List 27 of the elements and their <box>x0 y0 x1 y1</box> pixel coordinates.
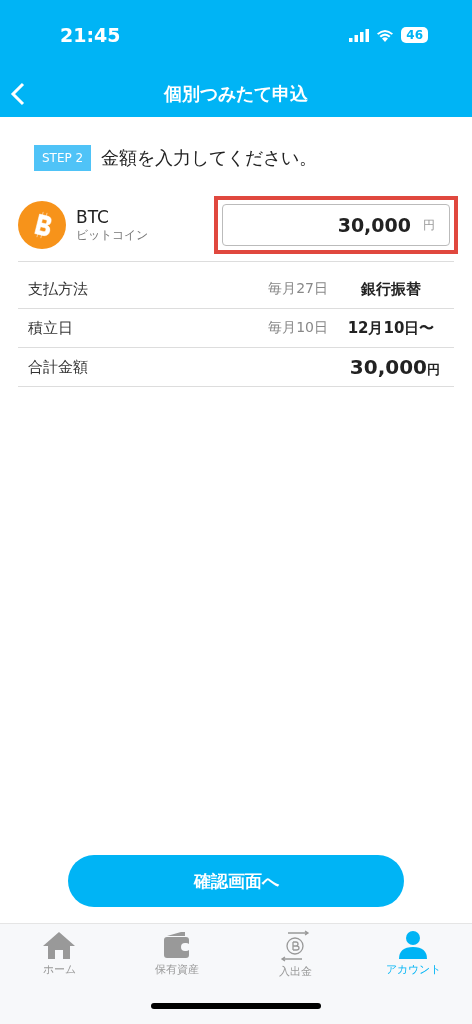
battery-level: 46 <box>401 27 428 43</box>
detail-date: 毎月10日 <box>267 319 328 337</box>
bitcoin-icon <box>18 201 66 249</box>
tab-item[interactable]: アカウント <box>354 930 472 979</box>
status-time: 21:45 <box>60 24 121 46</box>
step-badge: STEP 2 <box>34 145 92 171</box>
confirm-button[interactable]: 確認画面へ <box>68 855 404 907</box>
detail-value: 12月10日〜 <box>346 318 436 338</box>
wifi-icon <box>376 28 395 42</box>
signal-icon <box>349 28 370 42</box>
amount-field[interactable]: 30,000 円 <box>222 204 450 246</box>
detail-date: 毎月27日 <box>267 280 328 298</box>
detail-label: 積立日 <box>28 318 74 338</box>
back-icon[interactable] <box>10 82 26 106</box>
tab-item[interactable]: 保有資産 <box>118 930 236 979</box>
detail-label: 合計金額 <box>28 357 89 377</box>
tab-item[interactable]: ホーム <box>0 930 118 979</box>
coin-name: ビットコイン <box>76 226 148 244</box>
person-icon <box>397 930 429 960</box>
tab-item[interactable]: 入出金 <box>236 930 354 979</box>
coin-symbol: BTC <box>76 206 110 227</box>
home-icon <box>42 930 76 960</box>
step-instruction: 金額を入力してください。 <box>101 146 318 170</box>
detail-label: 支払方法 <box>28 279 89 299</box>
page-title: 個別つみたて申込 <box>164 81 308 106</box>
detail-value: 銀行振替 <box>360 279 422 299</box>
total-amount: 30,000円 <box>348 355 441 379</box>
